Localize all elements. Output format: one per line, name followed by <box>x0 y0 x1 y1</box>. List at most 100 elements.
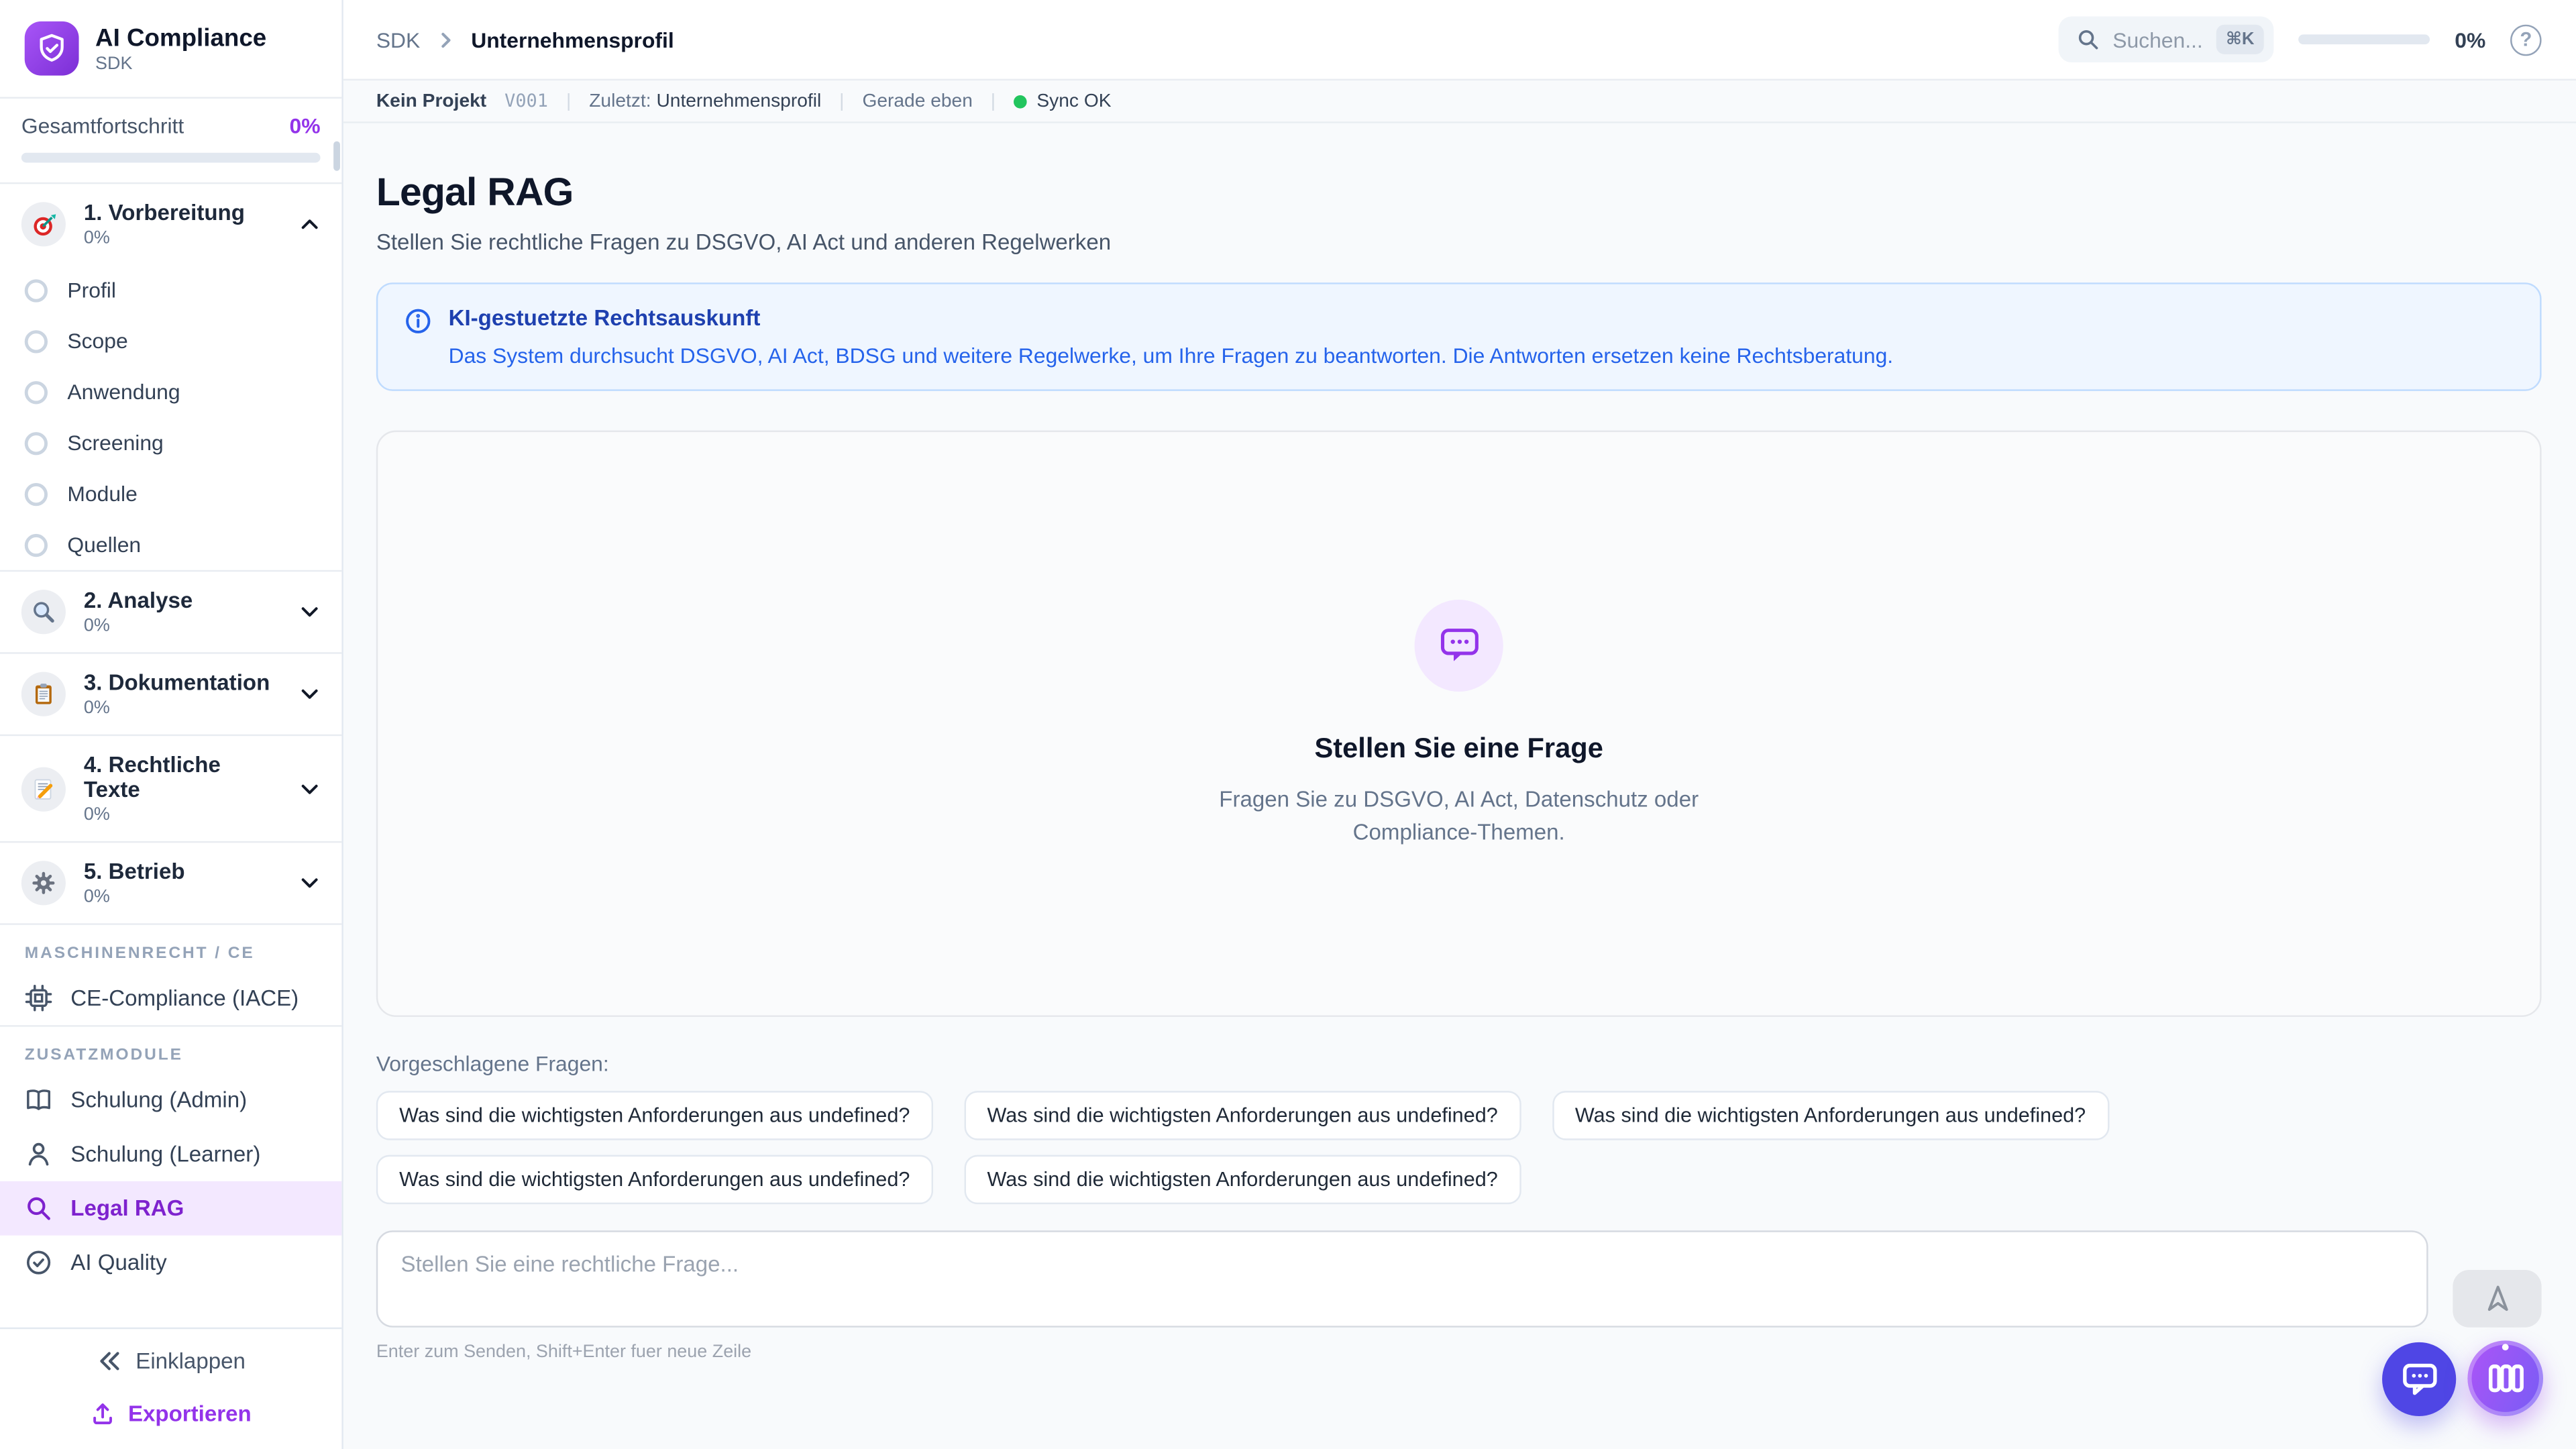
substep-module[interactable]: Module <box>0 468 341 519</box>
sidebar-item-schulung-admin[interactable]: Schulung (Admin) <box>0 1073 341 1127</box>
suggestion-chip[interactable]: Was sind die wichtigsten Anforderungen a… <box>964 1091 1521 1140</box>
columns-fab-button[interactable] <box>2467 1340 2543 1416</box>
substep-screening[interactable]: Screening <box>0 417 341 468</box>
chevron-right-icon <box>435 29 456 50</box>
chat-bubble-icon <box>2400 1358 2439 1398</box>
version-badge: V001 <box>504 91 548 112</box>
sidebar-item-ai-quality[interactable]: AI Quality <box>0 1236 341 1290</box>
header-progress-track <box>2299 34 2430 44</box>
step-percent: 0% <box>84 228 245 248</box>
chevron-down-icon <box>299 601 321 623</box>
overall-progress-value: 0% <box>290 113 321 138</box>
chevron-down-icon <box>299 778 321 800</box>
step-vorbereitung[interactable]: 1. Vorbereitung 0% <box>0 184 341 264</box>
chat-bubble-icon <box>1437 623 1481 667</box>
page-subtitle: Stellen Sie rechtliche Fragen zu DSGVO, … <box>376 230 2542 255</box>
last-label: Zuletzt: <box>589 91 651 111</box>
step-percent: 0% <box>84 616 193 635</box>
step-label: 5. Betrieb <box>84 859 185 884</box>
app-logo <box>25 21 79 76</box>
radio-circle-icon <box>25 482 48 505</box>
radio-circle-icon <box>25 431 48 454</box>
export-button[interactable]: Exportieren <box>80 1400 261 1428</box>
suggestion-chip[interactable]: Was sind die wichtigsten Anforderungen a… <box>1552 1091 2109 1140</box>
step-dokumentation[interactable]: 3. Dokumentation 0% <box>0 654 341 735</box>
sidebar-item-schulung-learner[interactable]: Schulung (Learner) <box>0 1127 341 1181</box>
input-hint: Enter zum Senden, Shift+Enter fuer neue … <box>376 1342 2542 1362</box>
sidebar-scrollbar-thumb[interactable] <box>333 142 340 171</box>
section-title-zusatzmodule: ZUSATZMODULE <box>0 1027 341 1073</box>
app-subtitle: SDK <box>95 54 266 73</box>
search-shortcut-badge: ⌘K <box>2216 25 2264 54</box>
book-open-icon <box>25 1086 53 1114</box>
suggestion-chip[interactable]: Was sind die wichtigsten Anforderungen a… <box>376 1155 933 1204</box>
info-banner: KI-gestuetzte Rechtsauskunft Das System … <box>376 282 2542 391</box>
target-icon <box>30 211 56 237</box>
substep-anwendung[interactable]: Anwendung <box>0 366 341 417</box>
radio-circle-icon <box>25 329 48 352</box>
step-label: 4. Rechtliche Texte <box>84 753 281 802</box>
search-placeholder: Suchen... <box>2112 27 2203 52</box>
suggestion-chips: Was sind die wichtigsten Anforderungen a… <box>376 1091 2430 1204</box>
step-rechtliche-texte[interactable]: 4. Rechtliche Texte 0% <box>0 736 341 841</box>
sidebar-item-label: Schulung (Learner) <box>70 1142 260 1167</box>
step-analyse[interactable]: 2. Analyse 0% <box>0 572 341 652</box>
overall-progress-label: Gesamtfortschritt <box>21 113 184 138</box>
user-icon <box>25 1140 53 1169</box>
step-betrieb[interactable]: 5. Betrieb 0% <box>0 843 341 923</box>
collapse-sidebar-button[interactable]: Einklappen <box>87 1347 256 1375</box>
substep-profil[interactable]: Profil <box>0 264 341 315</box>
substep-scope[interactable]: Scope <box>0 315 341 366</box>
question-input[interactable] <box>376 1230 2428 1327</box>
empty-state-line1: Fragen Sie zu DSGVO, AI Act, Datenschutz… <box>1219 786 1699 811</box>
status-bar: Kein Projekt V001 | Zuletzt: Unternehmen… <box>343 79 2576 123</box>
suggestion-chip[interactable]: Was sind die wichtigsten Anforderungen a… <box>964 1155 1521 1204</box>
sidebar: AI Compliance SDK Gesamtfortschritt 0% <box>0 0 343 1449</box>
step-label: 3. Dokumentation <box>84 670 270 695</box>
step-percent: 0% <box>84 887 185 906</box>
top-bar: SDK Unternehmensprofil Suchen... ⌘K <box>343 0 2576 79</box>
header-progress-value: 0% <box>2455 27 2485 52</box>
info-banner-text: Das System durchsucht DSGVO, AI Act, BDS… <box>449 343 1894 368</box>
substep-quellen[interactable]: Quellen <box>0 519 341 570</box>
memo-icon <box>32 776 56 801</box>
step-percent: 0% <box>84 805 281 824</box>
last-value: Unternehmensprofil <box>656 91 821 111</box>
sidebar-item-label: CE-Compliance (IACE) <box>70 985 299 1010</box>
last-saved-time: Gerade eben <box>862 91 972 111</box>
question-input-row <box>376 1230 2542 1327</box>
search-input[interactable]: Suchen... ⌘K <box>2058 16 2273 62</box>
sidebar-item-legal-rag[interactable]: Legal RAG <box>0 1181 341 1236</box>
columns-icon <box>2487 1364 2524 1393</box>
empty-state-line2: Compliance-Themen. <box>1353 819 1565 844</box>
chevron-up-icon <box>299 213 321 235</box>
floating-buttons <box>2382 1340 2543 1416</box>
chat-empty-state: Stellen Sie eine Frage Fragen Sie zu DSG… <box>376 431 2542 1017</box>
legal-rag-page: Legal RAG Stellen Sie rechtliche Fragen … <box>343 123 2576 1449</box>
check-circle-icon <box>25 1248 53 1277</box>
sidebar-item-label: Legal RAG <box>70 1196 184 1221</box>
step-label: 2. Analyse <box>84 588 193 613</box>
send-button[interactable] <box>2453 1270 2541 1328</box>
radio-circle-icon <box>25 278 48 301</box>
chevron-down-icon <box>299 872 321 894</box>
overall-progress-track <box>21 153 321 163</box>
radio-circle-icon <box>25 380 48 403</box>
chevron-down-icon <box>299 684 321 705</box>
info-icon <box>404 307 432 368</box>
clipboard-icon <box>32 682 56 706</box>
breadcrumb: SDK Unternehmensprofil <box>376 27 674 52</box>
suggestion-chip[interactable]: Was sind die wichtigsten Anforderungen a… <box>376 1091 933 1140</box>
sidebar-item-label: AI Quality <box>70 1250 166 1275</box>
cpu-icon <box>25 984 53 1012</box>
sidebar-header: AI Compliance SDK <box>0 0 341 97</box>
section-title-maschinenrecht: MASCHINENRECHT / CE <box>0 925 341 971</box>
page-title: Legal RAG <box>376 171 2542 217</box>
breadcrumb-root[interactable]: SDK <box>376 27 420 52</box>
suggestions-label: Vorgeschlagene Fragen: <box>376 1051 2542 1076</box>
chat-fab-button[interactable] <box>2382 1342 2456 1415</box>
shield-check-icon <box>36 33 68 64</box>
app-root: AI Compliance SDK Gesamtfortschritt 0% <box>0 0 2576 1449</box>
sidebar-item-ce-compliance[interactable]: CE-Compliance (IACE) <box>0 971 341 1025</box>
help-icon[interactable]: ? <box>2510 24 2542 56</box>
